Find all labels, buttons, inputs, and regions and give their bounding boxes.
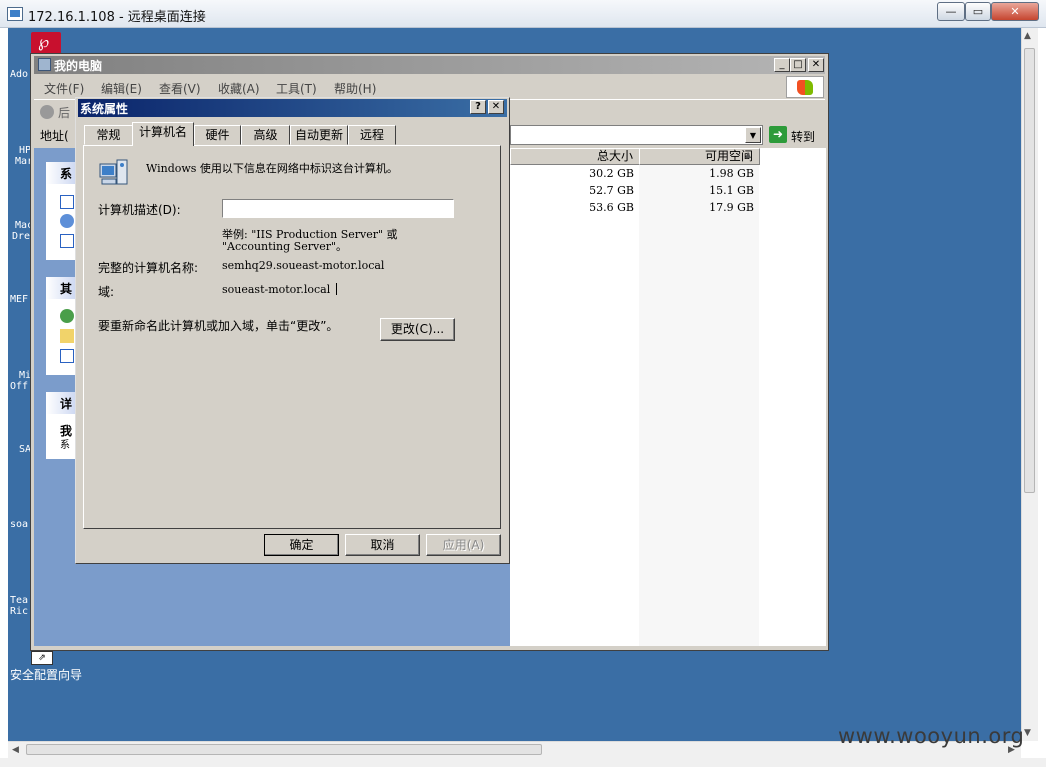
sort-ascending-icon: ▲ xyxy=(745,150,752,159)
menu-help[interactable]: 帮助(H) xyxy=(334,80,376,97)
watermark-text: www.wooyun.org xyxy=(838,724,1025,748)
acrobat-reader-icon[interactable] xyxy=(31,32,61,54)
address-label: 地址( xyxy=(40,129,69,143)
cancel-button[interactable]: 取消 xyxy=(345,534,420,556)
full-computer-name-label: 完整的计算机名称: xyxy=(98,261,199,275)
menu-file[interactable]: 文件(F) xyxy=(44,80,84,97)
address-input[interactable] xyxy=(510,125,763,145)
drive-free-space[interactable]: 15.1 GB xyxy=(680,184,754,197)
tab-automatic-updates[interactable]: 自动更新 xyxy=(290,125,348,145)
help-button[interactable]: ? xyxy=(470,100,486,114)
my-computer-icon xyxy=(38,58,51,71)
desktop-icon-label[interactable]: Dre xyxy=(12,231,30,242)
dialog-title: 系统属性 xyxy=(80,102,129,116)
folder-icon[interactable] xyxy=(60,329,74,343)
dialog-close-button[interactable]: ✕ xyxy=(488,100,504,114)
rename-instruction-text: 要重新命名此计算机或加入域，单击“更改”。 xyxy=(98,319,339,333)
computer-description-input[interactable] xyxy=(222,199,454,218)
computer-description-label: 计算机描述(D): xyxy=(98,203,181,217)
menu-bar xyxy=(34,76,825,98)
security-config-wizard-icon[interactable]: ⇗ xyxy=(31,651,53,665)
domain-label: 域: xyxy=(98,285,115,299)
network-places-icon[interactable] xyxy=(60,309,74,323)
go-button[interactable]: 转到 xyxy=(791,128,815,145)
task-item-icon[interactable] xyxy=(60,234,74,248)
drive-total-size[interactable]: 52.7 GB xyxy=(560,184,634,197)
vertical-scrollbar-thumb[interactable] xyxy=(1024,48,1035,493)
rdp-minimize-button[interactable]: — xyxy=(937,2,965,21)
chevron-down-icon[interactable]: ▼ xyxy=(745,127,761,143)
drive-total-size[interactable]: 30.2 GB xyxy=(560,167,634,180)
details-subtitle: 系 xyxy=(60,440,70,451)
back-arrow-icon[interactable] xyxy=(40,105,54,119)
my-computer-title: 我的电脑 xyxy=(54,59,103,73)
rdp-maximize-button[interactable]: ▭ xyxy=(965,2,991,21)
menu-tools[interactable]: 工具(T) xyxy=(276,80,317,97)
scroll-up-arrow-icon[interactable]: ▲ xyxy=(1024,31,1031,41)
scroll-down-arrow-icon[interactable]: ▼ xyxy=(1024,728,1031,738)
network-computer-icon xyxy=(99,159,128,185)
mc-minimize-button[interactable]: _ xyxy=(774,58,790,72)
window-bottom-border xyxy=(0,758,1046,767)
full-computer-name-value: semhq29.soueast-motor.local xyxy=(222,259,385,272)
task-item-icon[interactable] xyxy=(60,214,74,228)
apply-button[interactable]: 应用(A) xyxy=(426,534,501,556)
desktop-icon-label[interactable]: Tea xyxy=(10,595,28,606)
tab-hardware[interactable]: 硬件 xyxy=(194,125,241,145)
horizontal-scrollbar-thumb[interactable] xyxy=(26,744,542,755)
mc-maximize-button[interactable]: □ xyxy=(790,58,806,72)
drive-free-space[interactable]: 1.98 GB xyxy=(680,167,754,180)
rdp-window-title: 172.16.1.108 - 远程桌面连接 xyxy=(28,10,206,25)
dialog-intro-text: Windows 使用以下信息在网络中标识这台计算机。 xyxy=(146,162,398,175)
security-config-wizard-label[interactable]: 安全配置向导 xyxy=(10,666,82,683)
task-item-icon[interactable] xyxy=(60,195,74,209)
text-cursor xyxy=(336,283,337,295)
change-button[interactable]: 更改(C)... xyxy=(380,318,455,341)
menu-view[interactable]: 查看(V) xyxy=(159,80,201,97)
menu-favorites[interactable]: 收藏(A) xyxy=(218,80,260,97)
mc-close-button[interactable]: ✕ xyxy=(808,58,824,72)
sorted-column-bg xyxy=(639,165,759,646)
tab-remote[interactable]: 远程 xyxy=(348,125,396,145)
dialog-titlebar xyxy=(78,99,507,117)
tab-computer-name[interactable]: 计算机名 xyxy=(132,122,194,146)
back-button-label[interactable]: 后 xyxy=(58,104,70,121)
example-text-line2: "Accounting Server"。 xyxy=(222,240,348,253)
drive-free-space[interactable]: 17.9 GB xyxy=(680,201,754,214)
control-panel-icon[interactable] xyxy=(60,349,74,363)
windows-logo-icon xyxy=(786,76,824,98)
drive-total-size[interactable]: 53.6 GB xyxy=(560,201,634,214)
column-header-free-space[interactable]: 可用空间 xyxy=(639,148,760,165)
desktop-icon-label[interactable]: soa xyxy=(10,519,28,530)
my-computer-titlebar xyxy=(34,56,825,74)
desktop-icon-label[interactable]: Off xyxy=(10,381,28,392)
domain-value: soueast-motor.local xyxy=(222,283,331,296)
menu-edit[interactable]: 编辑(E) xyxy=(101,80,142,97)
desktop-icon-label[interactable]: MEF xyxy=(10,294,28,305)
tab-advanced[interactable]: 高级 xyxy=(241,125,290,145)
scroll-left-arrow-icon[interactable]: ◀ xyxy=(12,745,19,755)
desktop-icon-label[interactable]: Ado xyxy=(10,69,28,80)
ok-button[interactable]: 确定 xyxy=(264,534,339,556)
rdp-close-button[interactable]: ✕ xyxy=(991,2,1039,21)
column-header-total-size[interactable]: 总大小 xyxy=(510,148,640,165)
go-arrow-icon[interactable]: ➜ xyxy=(769,126,787,143)
tab-general[interactable]: 常规 xyxy=(84,125,133,145)
remote-desktop-icon xyxy=(7,7,23,21)
desktop-icon-label[interactable]: Ric xyxy=(10,606,28,617)
